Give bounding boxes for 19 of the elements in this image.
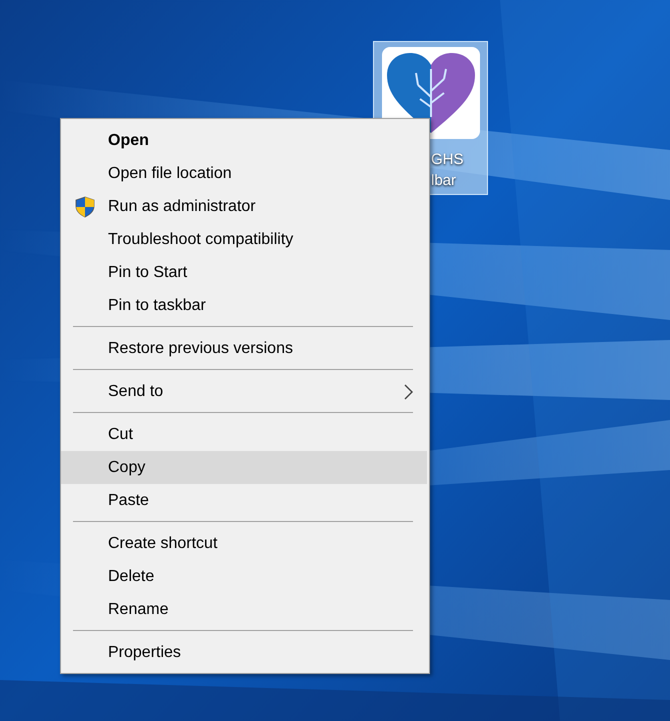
chevron-right-icon: [403, 384, 413, 400]
menu-item[interactable]: Properties: [61, 636, 427, 669]
menu-item[interactable]: Restore previous versions: [61, 332, 427, 365]
shield-icon: [74, 196, 96, 218]
menu-item[interactable]: Send to: [61, 375, 427, 408]
menu-item[interactable]: Pin to Start: [61, 256, 427, 289]
menu-item[interactable]: Copy: [61, 451, 427, 484]
menu-item[interactable]: Pin to taskbar: [61, 289, 427, 322]
menu-item[interactable]: Run as administrator: [61, 190, 427, 223]
icon-label: GHS: [431, 151, 464, 168]
menu-item[interactable]: Create shortcut: [61, 527, 427, 560]
menu-item[interactable]: Rename: [61, 593, 427, 626]
menu-item[interactable]: Troubleshoot compatibility: [61, 223, 427, 256]
menu-item[interactable]: Cut: [61, 418, 427, 451]
menu-item[interactable]: Paste: [61, 484, 427, 517]
menu-item[interactable]: Delete: [61, 560, 427, 593]
menu-item[interactable]: Open file location: [61, 157, 427, 190]
icon-label: lbar: [431, 172, 458, 189]
menu-item[interactable]: Open: [61, 124, 427, 157]
